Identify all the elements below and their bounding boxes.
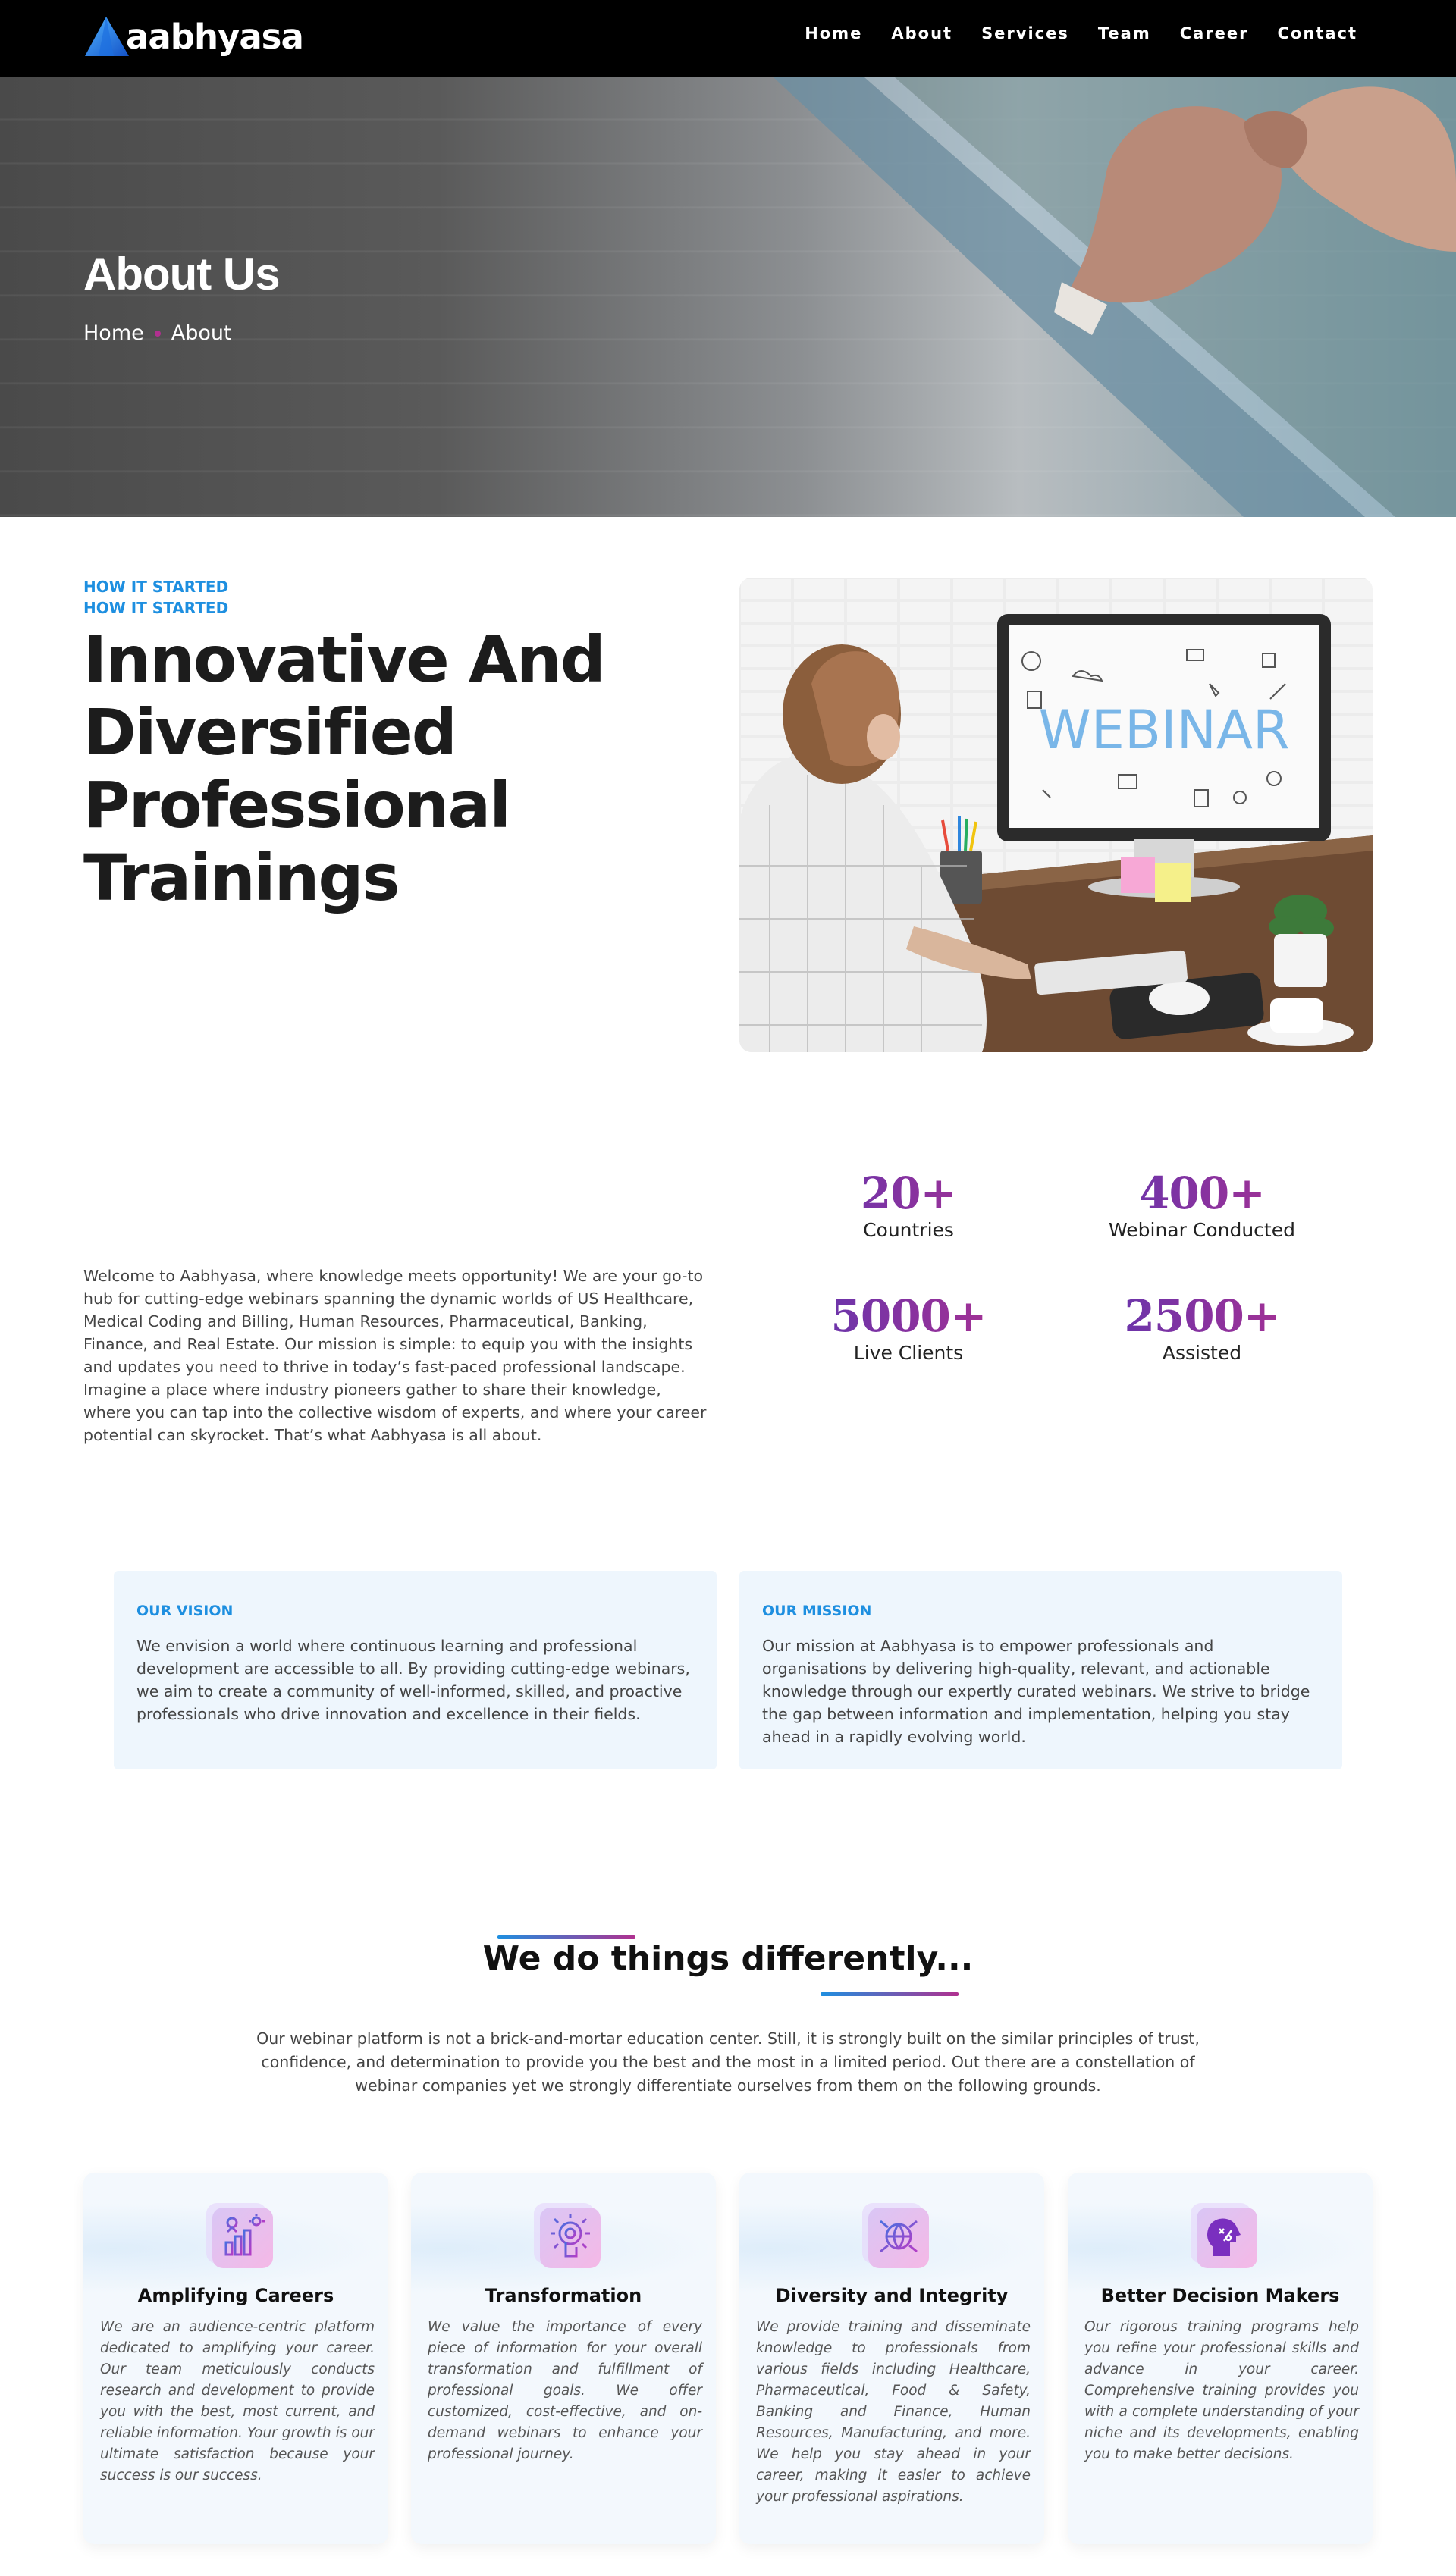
about-heading-line: Diversified [83, 695, 457, 769]
stat-value: 5000+ [783, 1290, 1034, 1342]
feature-title: Diversity and Integrity [775, 2285, 1009, 2306]
career-growth-icon [206, 2203, 273, 2268]
feature-title: Better Decision Makers [1100, 2285, 1340, 2306]
breadcrumb-current: About [171, 321, 232, 345]
breadcrumb-home-link[interactable]: Home [83, 321, 144, 345]
about-heading-line: Professional [83, 768, 511, 842]
nav-link-contact[interactable]: Contact [1278, 24, 1358, 42]
webinar-photo: WEBINAR [739, 578, 1373, 1052]
brand-name: aabhyasa [126, 16, 304, 57]
feature-card-amplifying-careers: Amplifying Careers We are an audience-ce… [83, 2173, 388, 2544]
mission-title: OUR MISSION [762, 1603, 872, 1619]
decision-head-icon [1191, 2203, 1257, 2268]
welcome-paragraph: Welcome to Aabhyasa, where knowledge mee… [83, 1267, 707, 1444]
differently-heading: We do things differently... [482, 1939, 974, 1978]
webinar-screen-text: WEBINAR [1039, 699, 1290, 761]
about-heading: Innovative And Diversified Professional … [83, 623, 614, 914]
vision-card: OUR VISION We envision a world where con… [114, 1571, 717, 1769]
feature-title: Transformation [485, 2285, 642, 2306]
stat-label: Live Clients [853, 1342, 964, 1364]
globe-hands-icon [862, 2203, 929, 2268]
webinar-illustration: WEBINAR [739, 578, 1373, 1052]
nav-link-services[interactable]: Services [981, 24, 1069, 42]
vision-text: We envision a world where continuous lea… [136, 1637, 690, 1723]
about-heading-line: Innovative And [83, 622, 606, 697]
stat-countries: 20+ Countries [783, 1167, 1034, 1241]
breadcrumb-separator-dot [154, 330, 161, 337]
stat-assisted: 2500+ Assisted [1077, 1290, 1327, 1364]
logo-triangle-icon [85, 17, 129, 56]
vision-title: OUR VISION [136, 1603, 234, 1619]
heading-accent-line-bottom [821, 1992, 959, 1996]
feature-text: We are an audience-centric platform dedi… [100, 2319, 375, 2484]
breadcrumb: Home About [83, 321, 232, 345]
stat-live-clients: 5000+ Live Clients [783, 1290, 1034, 1364]
main-menu: Home About Services Team Career Contact [805, 24, 1357, 42]
feature-title: Amplifying Careers [137, 2285, 334, 2306]
nav-link-home[interactable]: Home [805, 24, 862, 42]
mission-text: Our mission at Aabhyasa is to empower pr… [762, 1637, 1310, 1746]
feature-card-diversity-integrity: Diversity and Integrity We provide train… [739, 2173, 1044, 2544]
stat-value: 2500+ [1077, 1290, 1327, 1342]
touch-transformation-icon [534, 2203, 601, 2268]
top-navbar: aabhyasa Home About Services Team Career… [0, 0, 1456, 77]
stat-webinars: 400+ Webinar Conducted [1077, 1167, 1327, 1241]
nav-link-team[interactable]: Team [1098, 24, 1151, 42]
differently-intro: Our webinar platform is not a brick-and-… [256, 2029, 1200, 2095]
nav-link-about[interactable]: About [891, 24, 952, 42]
page-title: About Us [83, 249, 281, 299]
feature-text: Our rigorous training programs help you … [1084, 2319, 1359, 2462]
feature-text: We provide training and disseminate know… [756, 2319, 1031, 2505]
page-hero-banner: About Us Home About [0, 77, 1456, 517]
section-eyebrow-repeat: HOW IT STARTED [83, 599, 229, 617]
stat-value: 400+ [1077, 1167, 1327, 1219]
mission-card: OUR MISSION Our mission at Aabhyasa is t… [739, 1571, 1342, 1769]
section-eyebrow: HOW IT STARTED [83, 578, 229, 596]
feature-card-better-decisions: Better Decision Makers Our rigorous trai… [1068, 2173, 1373, 2544]
brand-logo[interactable]: aabhyasa [83, 14, 304, 59]
feature-card-transformation: Transformation We value the importance o… [411, 2173, 716, 2544]
stat-label: Webinar Conducted [1109, 1219, 1295, 1241]
feature-text: We value the importance of every piece o… [428, 2319, 702, 2462]
stat-value: 20+ [783, 1167, 1034, 1219]
nav-link-career[interactable]: Career [1180, 24, 1249, 42]
stat-label: Countries [863, 1219, 954, 1241]
about-heading-line: Trainings [83, 841, 400, 915]
stat-label: Assisted [1162, 1342, 1242, 1364]
